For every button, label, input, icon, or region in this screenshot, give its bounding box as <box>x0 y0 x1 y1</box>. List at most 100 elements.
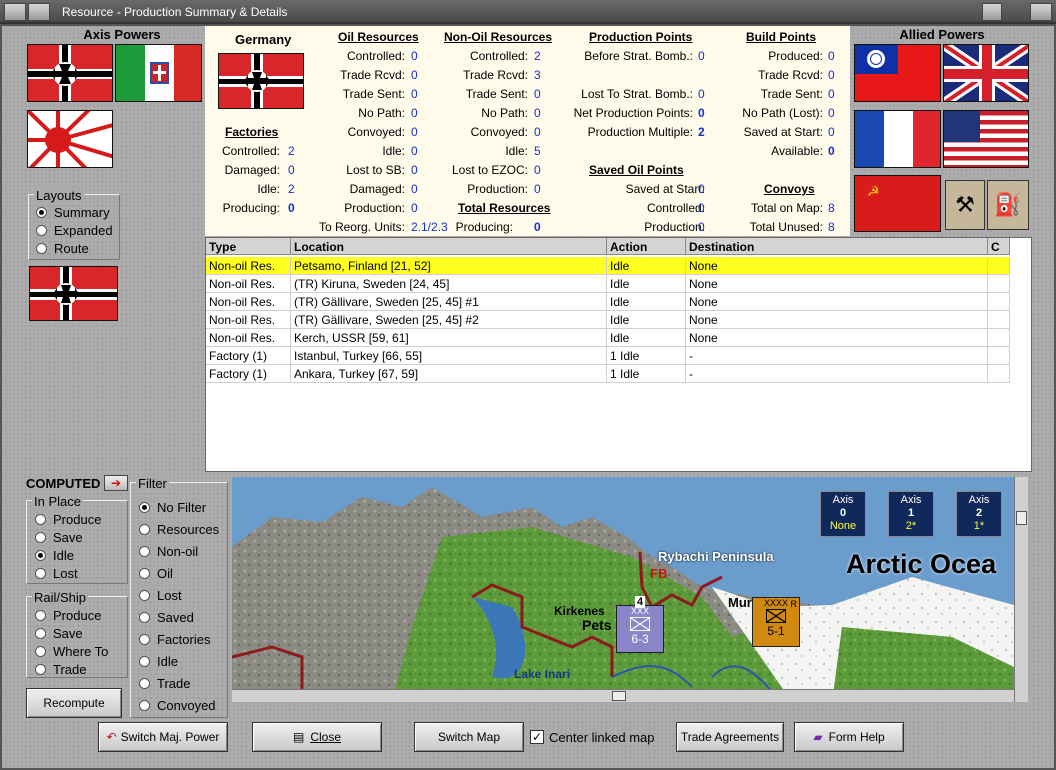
unit-counter-axis[interactable]: 4 XXX 6-3 <box>616 596 664 653</box>
col-destination[interactable]: Destination <box>686 238 988 255</box>
info-value: 0 <box>828 87 835 101</box>
col-location[interactable]: Location <box>291 238 607 255</box>
table-row[interactable]: Factory (1) Istanbul, Turkey [66, 55] 1 Id… <box>206 347 1010 365</box>
china-flag[interactable] <box>854 44 941 102</box>
table-row[interactable]: Non-oil Res. Petsamo, Finland [21, 52] Idl… <box>206 257 1010 275</box>
info-value: 0 <box>411 144 418 158</box>
switch-major-power-button[interactable]: ↶ Switch Maj. Power <box>98 722 228 752</box>
table-cell: Non-oil Res. <box>206 257 291 275</box>
info-value: 0 <box>698 182 705 196</box>
resource-icon[interactable]: ⚒ <box>945 180 985 230</box>
resource-table: Type Location Action Destination C Non-o… <box>205 237 1032 472</box>
in-place-produce-radio[interactable]: Produce <box>35 510 101 528</box>
uk-flag[interactable] <box>943 44 1029 102</box>
table-row[interactable]: Non-oil Res. (TR) Gällivare, Sweden [25, … <box>206 311 1010 329</box>
filter-resources-radio[interactable]: Resources <box>139 518 219 540</box>
info-value: 0 <box>828 68 835 82</box>
info-value: 0 <box>698 220 705 234</box>
rail-ship-where-to-radio[interactable]: Where To <box>35 642 108 660</box>
trade-agreements-button[interactable]: Trade Agreements <box>676 722 784 752</box>
layouts-title: Layouts <box>34 188 84 203</box>
recompute-button[interactable]: Recompute <box>26 688 122 718</box>
pp-label: Production Multiple: <box>587 125 693 139</box>
unit-counter-soviet[interactable]: XXXX R 5-1 <box>752 597 800 647</box>
map-vertical-scrollbar[interactable] <box>1014 477 1028 702</box>
in-place-idle-radio[interactable]: Idle <box>35 546 101 564</box>
italy-flag[interactable] <box>115 44 202 102</box>
rail-ship-produce-radio[interactable]: Produce <box>35 606 108 624</box>
table-row[interactable]: Factory (1) Ankara, Turkey [67, 59] 1 Idle… <box>206 365 1010 383</box>
info-label: Trade Sent: <box>760 87 823 101</box>
system-menu-button[interactable] <box>4 3 26 21</box>
table-cell: None <box>686 293 988 311</box>
layout-expanded-radio[interactable]: Expanded <box>36 221 113 239</box>
table-cell <box>988 257 1010 275</box>
info-label: Trade Sent: <box>342 87 405 101</box>
filter-saved-radio[interactable]: Saved <box>139 606 219 628</box>
info-label: Idle: <box>382 144 405 158</box>
filter-factories-radio[interactable]: Factories <box>139 628 219 650</box>
info-label: Damaged: <box>349 182 405 196</box>
filter-non-oil-radio[interactable]: Non-oil <box>139 540 219 562</box>
info-value: 2.1/2.3 <box>411 220 448 234</box>
filter-oil-radio[interactable]: Oil <box>139 562 219 584</box>
filter-idle-radio[interactable]: Idle <box>139 650 219 672</box>
table-row[interactable]: Non-oil Res. (TR) Kiruna, Sweden [24, 45]… <box>206 275 1010 293</box>
axis-status-box[interactable]: Axis 1 2* <box>888 491 934 537</box>
close-button[interactable]: ▤ Close <box>252 722 382 752</box>
switch-map-button[interactable]: Switch Map <box>414 722 524 752</box>
in-place-lost-radio[interactable]: Lost <box>35 564 101 582</box>
col-c[interactable]: C <box>988 238 1010 255</box>
window-close-button[interactable] <box>1030 3 1052 21</box>
rail-ship-title: Rail/Ship <box>32 590 89 605</box>
table-cell: (TR) Gällivare, Sweden [25, 45] #2 <box>291 311 607 329</box>
table-cell <box>988 311 1010 329</box>
factories-label: Damaged: <box>224 163 280 177</box>
ussr-flag[interactable]: ☭ <box>854 175 941 232</box>
map-horizontal-scrollbar[interactable] <box>232 689 1014 702</box>
info-label: Trade Rcvd: <box>340 68 405 82</box>
total-resources-title: Total Resources <box>458 201 551 215</box>
rail-ship-save-radio[interactable]: Save <box>35 624 108 642</box>
layout-summary-radio[interactable]: Summary <box>36 203 113 221</box>
rail-ship-trade-radio[interactable]: Trade <box>35 660 108 678</box>
table-row[interactable]: Non-oil Res. (TR) Gällivare, Sweden [25, … <box>206 293 1010 311</box>
map-view[interactable]: Rybachi Peninsula FB Arctic Ocea Kirkene… <box>232 477 1014 702</box>
map-hscroll-thumb[interactable] <box>612 691 626 701</box>
germany-flag[interactable] <box>27 44 113 102</box>
axis-status-box[interactable]: Axis 0 None <box>820 491 866 537</box>
window-title: Resource - Production Summary & Details <box>62 5 288 19</box>
pp-label: Net Production Points: <box>573 106 693 120</box>
pp-value: 0 <box>698 106 705 120</box>
table-row[interactable]: Non-oil Res. Kerch, USSR [59, 61] Idle None <box>206 329 1010 347</box>
axis-status-box[interactable]: Axis 2 1* <box>956 491 1002 537</box>
col-action[interactable]: Action <box>607 238 686 255</box>
layout-route-radio[interactable]: Route <box>36 239 113 257</box>
info-label: No Path: <box>481 106 528 120</box>
map-label-fb: FB <box>650 566 668 581</box>
computed-arrow-button[interactable]: ➔ <box>104 475 128 491</box>
info-label: Lost to EZOC: <box>451 163 528 177</box>
table-cell: Idle <box>607 329 686 347</box>
oil-derrick-icon[interactable]: ⛽ <box>987 180 1029 230</box>
filter-no-filter-radio[interactable]: No Filter <box>139 496 219 518</box>
filter-trade-radio[interactable]: Trade <box>139 672 219 694</box>
japan-flag[interactable] <box>27 110 113 168</box>
info-label: Idle: <box>505 144 528 158</box>
filter-convoyed-radio[interactable]: Convoyed <box>139 694 219 716</box>
form-help-button[interactable]: ▰ Form Help <box>794 722 904 752</box>
info-label: To Reorg. Units: <box>318 220 405 234</box>
usa-flag[interactable] <box>943 110 1029 168</box>
center-linked-checkbox[interactable]: ✓ <box>530 730 544 744</box>
france-flag[interactable] <box>854 110 941 168</box>
map-vscroll-thumb[interactable] <box>1016 511 1027 525</box>
restore-button[interactable] <box>982 3 1002 21</box>
table-cell <box>988 293 1010 311</box>
info-value: 2 <box>534 49 541 63</box>
col-type[interactable]: Type <box>206 238 291 255</box>
switch-arrow-icon: ↶ <box>106 730 117 744</box>
minimize-button[interactable] <box>28 3 50 21</box>
info-label: Production: <box>644 220 705 234</box>
filter-lost-radio[interactable]: Lost <box>139 584 219 606</box>
in-place-save-radio[interactable]: Save <box>35 528 101 546</box>
